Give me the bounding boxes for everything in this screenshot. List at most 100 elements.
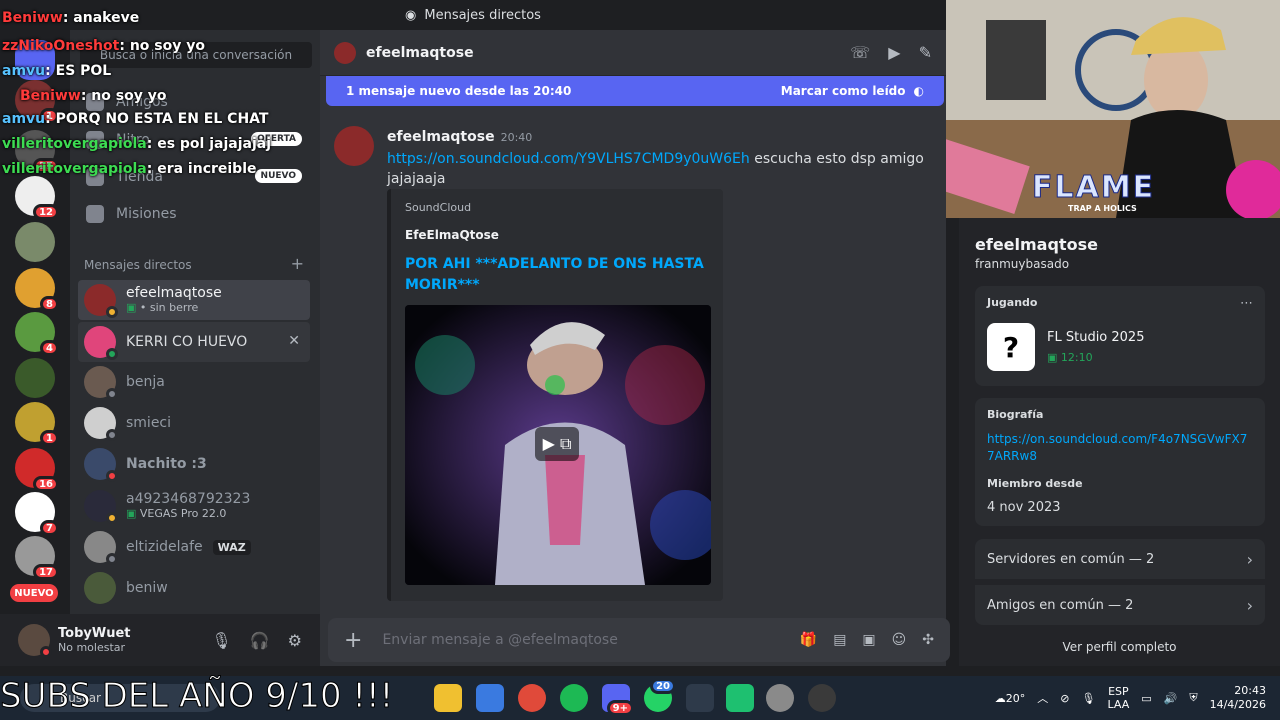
close-dm-icon[interactable]: ✕ — [288, 333, 300, 349]
nav-quests[interactable]: Misiones — [78, 194, 312, 234]
volume-icon[interactable]: 🔊 — [1164, 692, 1178, 705]
dm-name: beniw — [126, 579, 168, 596]
avatar — [84, 366, 118, 400]
message-link[interactable]: https://on.soundcloud.com/Y9VLHS7CMD9y0u… — [387, 151, 750, 167]
microphone-icon[interactable]: 🎙 — [211, 631, 231, 650]
mark-as-read-button[interactable]: Marcar como leído — [781, 84, 906, 98]
chat-user: villeritovergapiola — [2, 161, 147, 177]
embed-title[interactable]: POR AHI ***ADELANTO DE ONS HASTA MORIR**… — [405, 254, 709, 296]
embed-artwork[interactable]: ▶ ⧉ — [405, 305, 711, 585]
settings-gear-icon[interactable]: ⚙ — [288, 631, 302, 650]
guild-server-2[interactable]: 8 — [15, 268, 59, 312]
dm-item-nachito[interactable]: Nachito :3 — [78, 444, 310, 484]
pin-icon[interactable]: ✎ — [919, 43, 932, 62]
dm-item-a4923468792323[interactable]: a4923468792323 ▣ VEGAS Pro 22.0 — [78, 486, 310, 526]
user-avatar[interactable] — [18, 624, 52, 658]
bio-link[interactable]: https://on.soundcloud.com/F4o7NSGVwFX77A… — [987, 431, 1253, 465]
file-explorer-icon[interactable] — [434, 684, 462, 712]
message-avatar[interactable] — [334, 126, 374, 166]
game-name: FL Studio 2025 — [1047, 330, 1145, 345]
guild-server-5[interactable]: 1 — [15, 402, 59, 446]
activity-card: Jugando ⋯ ? FL Studio 2025 ▣ 12:10 — [975, 286, 1265, 386]
headset-icon[interactable]: 🎧 — [250, 631, 270, 650]
mutual-servers-row[interactable]: Servidores en común — 2 › — [975, 539, 1265, 579]
video-call-icon[interactable]: ▶ — [888, 43, 900, 62]
dm-item-eltizidelafe[interactable]: eltizidelafe WAZ — [78, 527, 310, 567]
chevron-right-icon: › — [1246, 549, 1253, 569]
clock[interactable]: 20:43 14/4/2026 — [1210, 684, 1266, 712]
guild-server-1[interactable] — [15, 222, 55, 262]
dm-item-efeelmaqtose[interactable]: efeelmaqtose ▣ • sin berre — [78, 280, 310, 320]
discord-taskbar-icon[interactable]: 9+ — [602, 684, 634, 716]
tray-chevron-icon[interactable]: ︿ — [1037, 690, 1048, 706]
kick-icon[interactable] — [726, 684, 754, 712]
chat-text: no soy yo — [91, 88, 167, 104]
mark-read-icon[interactable]: ◐ — [914, 84, 924, 98]
chat-text: era increible — [157, 161, 257, 177]
voice-call-icon[interactable]: ☏ — [850, 43, 870, 62]
shield-icon[interactable]: ⛨ — [1189, 691, 1197, 705]
store-icon[interactable] — [476, 684, 504, 712]
chat-header: efeelmaqtose ☏ ▶ ✎ — [320, 30, 946, 76]
settings-icon[interactable] — [766, 684, 794, 712]
more-options-icon[interactable]: ⋯ — [1240, 296, 1253, 311]
guild-server-6[interactable]: 16 — [15, 448, 59, 492]
profile-username: franmuybasado — [975, 257, 1070, 271]
guild-server-8[interactable]: 17 — [15, 536, 59, 580]
chat-user: amvu — [2, 63, 46, 79]
member-since-date: 4 nov 2023 — [987, 500, 1061, 515]
mutual-friends-row[interactable]: Amigos en común — 2 › — [975, 585, 1265, 625]
dm-list-header: Mensajes directos + — [84, 256, 304, 273]
network-off-icon[interactable]: ⊘ — [1060, 692, 1069, 705]
dm-item-smieci[interactable]: smieci — [78, 403, 310, 443]
guild-server-3[interactable]: 4 — [15, 312, 59, 356]
weather-icon[interactable]: ☁20° — [995, 692, 1026, 705]
apps-icon[interactable]: ✣ — [922, 632, 934, 648]
display-icon[interactable]: ▭ — [1141, 692, 1151, 705]
message-author[interactable]: efeelmaqtose — [387, 129, 495, 145]
embed-provider[interactable]: SoundCloud — [405, 201, 709, 214]
chat-text: es pol jajajajaj — [157, 136, 272, 152]
whatsapp-unread-badge: 20 — [650, 678, 676, 694]
chevron-right-icon: › — [1246, 595, 1253, 615]
attach-plus-icon[interactable]: + — [344, 628, 362, 653]
dm-name: Nachito :3 — [126, 455, 207, 472]
view-full-profile-button[interactable]: Ver perfil completo — [959, 640, 1280, 654]
sticker-icon[interactable]: ▣ — [862, 632, 875, 648]
avatar — [84, 326, 118, 360]
quests-icon — [86, 205, 104, 223]
dm-item-beniw[interactable]: beniw — [78, 568, 310, 608]
embed-author[interactable]: EfeElmaQtose — [405, 228, 709, 242]
emoji-icon[interactable]: ☺ — [892, 632, 907, 648]
dm-item-kerri-co-huevo[interactable]: KERRI CO HUEVO ✕ — [78, 322, 310, 362]
chat-user: amvu — [2, 111, 46, 127]
create-dm-plus-icon[interactable]: + — [291, 256, 304, 272]
message-composer[interactable]: + Enviar mensaje a @efeelmaqtose 🎁 ▤ ▣ ☺… — [328, 618, 950, 662]
composer-placeholder[interactable]: Enviar mensaje a @efeelmaqtose — [382, 632, 617, 648]
chat-user: zzNikoOneshot — [2, 38, 120, 54]
new-unreads-pill[interactable]: NUEVO — [10, 584, 58, 602]
dm-name: smieci — [126, 414, 172, 431]
dm-item-benja[interactable]: benja — [78, 362, 310, 402]
about-card: Biografía https://on.soundcloud.com/F4o7… — [975, 398, 1265, 526]
whatsapp-icon[interactable]: 20 — [644, 678, 676, 712]
clock-date: 14/4/2026 — [1209, 698, 1266, 711]
new-badge: NUEVO — [254, 169, 302, 183]
language-indicator[interactable]: ESP LAA — [1107, 685, 1129, 711]
guild-server-7[interactable]: 7 — [15, 492, 59, 536]
weather-temp: 20° — [1005, 691, 1026, 705]
guild-dm-3[interactable]: 12 — [15, 176, 59, 220]
guild-server-4[interactable] — [15, 358, 55, 398]
chrome-icon[interactable] — [518, 684, 546, 712]
gamepad-icon: ▣ — [126, 301, 137, 314]
avatar — [84, 448, 118, 482]
new-messages-banner[interactable]: 1 mensaje nuevo desde las 20:40 Marcar c… — [326, 76, 944, 106]
gift-icon[interactable]: 🎁 — [800, 632, 817, 648]
obs-icon[interactable] — [808, 684, 836, 712]
chat-header-name[interactable]: efeelmaqtose — [366, 45, 474, 61]
app-icon[interactable] — [686, 684, 714, 712]
gif-icon[interactable]: ▤ — [833, 632, 846, 648]
microphone-tray-icon[interactable]: 🎙 — [1082, 692, 1096, 705]
play-button-icon[interactable]: ▶ ⧉ — [535, 427, 579, 461]
spotify-icon[interactable] — [560, 684, 588, 712]
